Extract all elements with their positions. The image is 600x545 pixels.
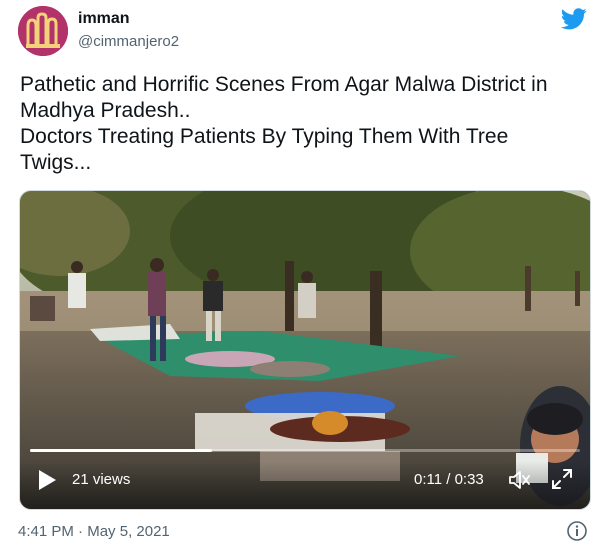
video-player[interactable]: 21 views 0:11 / 0:33 <box>19 190 591 510</box>
tweet-card: imman @cimmanjero2 Pathetic and Horrific… <box>0 0 600 545</box>
video-progress-bar[interactable] <box>30 449 580 452</box>
tweet-text-line: Twigs... <box>20 151 92 174</box>
tweet-text-line: Doctors Treating Patients By Typing Them… <box>20 125 509 148</box>
volume-icon[interactable] <box>507 468 531 492</box>
user-handle[interactable]: @cimmanjero2 <box>78 33 179 50</box>
tweet-text-line: Pathetic and Horrific Scenes From Agar M… <box>20 73 548 96</box>
timestamp-separator: · <box>78 523 84 540</box>
video-time: 0:11 / 0:33 <box>414 471 484 488</box>
tweet-text-line: Madhya Pradesh.. <box>20 99 191 122</box>
tweet-text: Pathetic and Horrific Scenes From Agar M… <box>20 72 580 176</box>
display-name[interactable]: imman <box>78 10 130 28</box>
avatar[interactable] <box>18 6 68 56</box>
view-count: 21 views <box>72 471 131 488</box>
fullscreen-icon[interactable] <box>550 467 574 491</box>
video-controls: 21 views 0:11 / 0:33 <box>20 461 590 509</box>
play-icon[interactable] <box>37 469 57 491</box>
info-icon[interactable] <box>566 520 588 542</box>
tweet-timestamp[interactable]: 4:41 PM · May 5, 2021 <box>18 523 170 540</box>
video-progress-fill <box>30 449 212 452</box>
avatar-artwork <box>18 6 68 56</box>
twitter-bird-icon[interactable] <box>561 8 587 30</box>
tweet-time[interactable]: 4:41 PM <box>18 523 74 540</box>
tweet-date[interactable]: May 5, 2021 <box>87 523 170 540</box>
